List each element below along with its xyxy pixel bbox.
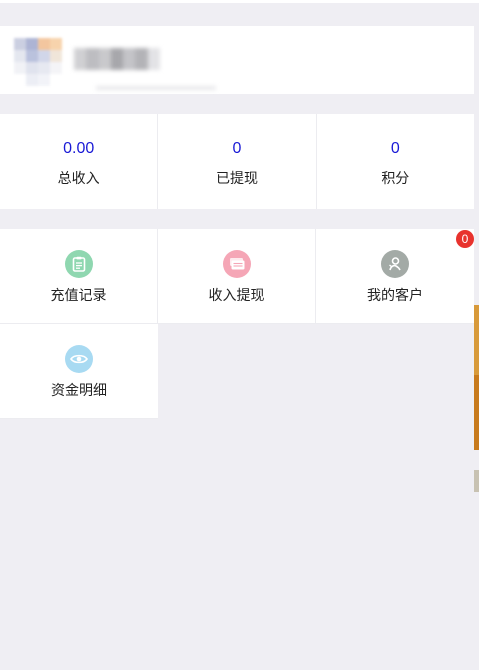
stat-value: 0 <box>232 140 242 157</box>
notification-badge: 0 <box>456 230 474 248</box>
menu-item-withdraw[interactable]: 收入提现 <box>158 229 316 324</box>
stat-label: 总收入 <box>57 170 100 186</box>
menu-item-label: 充值记录 <box>50 287 107 303</box>
menu-item-label: 我的客户 <box>367 287 423 303</box>
avatar[interactable] <box>14 38 62 86</box>
edge-artifact <box>474 305 479 375</box>
clipboard-icon <box>64 250 93 278</box>
stat-points[interactable]: 0 积分 <box>317 114 474 209</box>
stat-value: 0 <box>390 140 400 157</box>
top-divider <box>0 0 479 3</box>
stat-value: 0.00 <box>63 140 95 157</box>
customer-icon <box>381 250 409 278</box>
edge-artifact <box>474 470 479 492</box>
cash-stack-icon <box>222 250 251 278</box>
edge-artifact <box>474 375 479 450</box>
stat-label: 积分 <box>381 170 410 186</box>
username <box>74 48 160 70</box>
profile-card[interactable] <box>0 26 474 94</box>
menu-item-my-customers[interactable]: 我的客户 0 <box>316 229 474 324</box>
menu-item-label: 资金明细 <box>51 382 107 398</box>
stat-total-income[interactable]: 0.00 总收入 <box>0 114 159 209</box>
menu-item-fund-details[interactable]: 资金明细 <box>0 324 158 419</box>
stats-panel: 0.00 总收入 0 已提现 0 积分 <box>0 114 474 209</box>
stat-withdrawn[interactable]: 0 已提现 <box>158 114 317 209</box>
stat-label: 已提现 <box>215 170 258 186</box>
menu-item-label: 收入提现 <box>208 287 265 303</box>
profile-subtext <box>96 86 216 90</box>
menu-item-recharge-records[interactable]: 充值记录 <box>0 229 158 324</box>
eye-icon <box>65 345 93 373</box>
menu-grid: 充值记录 收入提现 我的客户 0 资金明细 <box>0 229 474 419</box>
